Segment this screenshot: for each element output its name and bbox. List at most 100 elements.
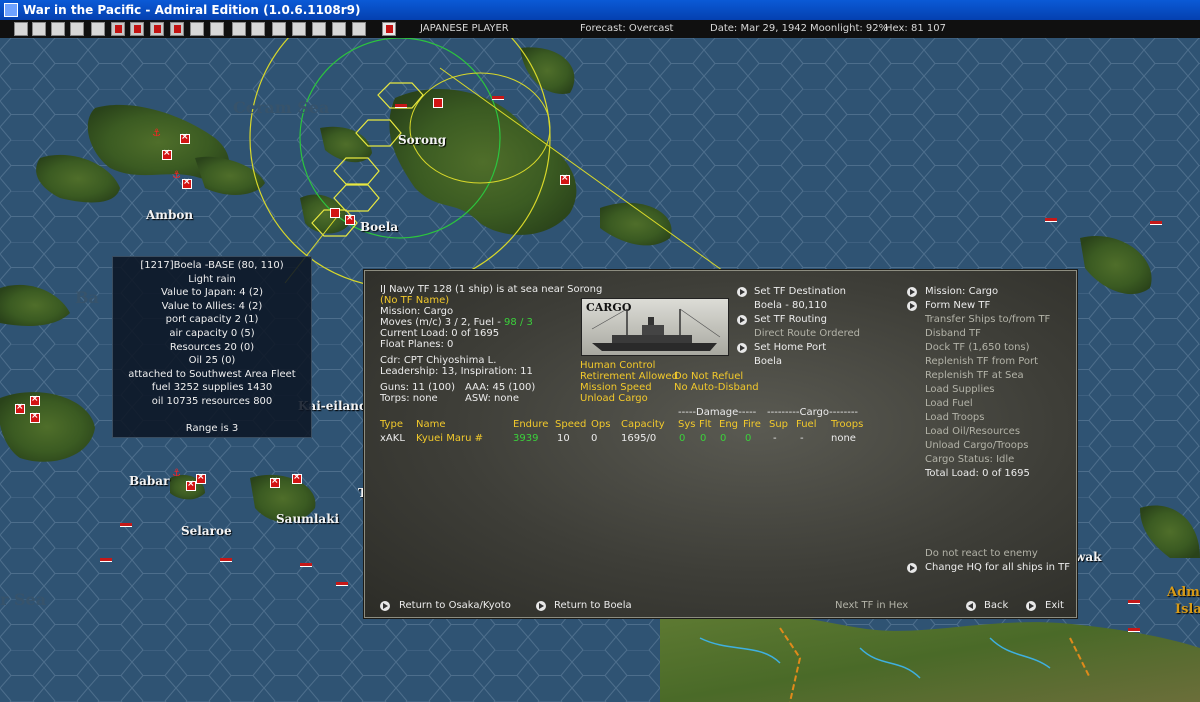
- ship-marker[interactable]: [220, 558, 232, 562]
- tf-action-replenish-sea[interactable]: Replenish TF at Sea: [925, 370, 1024, 382]
- ship-icon[interactable]: [70, 22, 84, 36]
- back-icon[interactable]: [966, 601, 976, 611]
- tf-action-replenish-port[interactable]: Replenish TF from Port: [925, 356, 1038, 368]
- cell-ship-name[interactable]: Kyuei Maru #: [416, 433, 483, 445]
- ship-marker[interactable]: [1150, 221, 1162, 225]
- change-hq-button[interactable]: Change HQ for all ships in TF: [925, 562, 1070, 574]
- ship-marker[interactable]: [492, 96, 504, 100]
- return-boela-icon[interactable]: [536, 601, 546, 611]
- tf-action-load-oil[interactable]: Load Oil/Resources: [925, 426, 1020, 438]
- base-info-line: Value to Japan: 4 (2): [160, 287, 263, 299]
- map-label-sorong[interactable]: Sorong: [398, 133, 446, 147]
- base-icon[interactable]: [210, 22, 224, 36]
- set-destination-button[interactable]: Set TF Destination: [754, 286, 846, 298]
- set-routing-button[interactable]: Set TF Routing: [754, 314, 827, 326]
- return-osaka-icon[interactable]: [380, 601, 390, 611]
- mission-button[interactable]: Mission: Cargo: [925, 286, 998, 298]
- map-label-babar[interactable]: Babar: [129, 474, 169, 488]
- change-hq-icon[interactable]: [907, 563, 917, 573]
- base-marker-boela[interactable]: [345, 213, 355, 225]
- ship-marker[interactable]: [100, 558, 112, 562]
- unit-marker[interactable]: [30, 394, 40, 406]
- list-icon[interactable]: [32, 22, 46, 36]
- ship-marker[interactable]: [300, 563, 312, 567]
- col-endure: Endure: [513, 419, 549, 430]
- map-label-ambon[interactable]: Ambon: [146, 208, 193, 222]
- unit-marker[interactable]: [30, 411, 40, 423]
- set-routing-icon[interactable]: [737, 315, 747, 325]
- map-label-admiralty-fragment: Admi: [1167, 585, 1200, 600]
- tf-action-dock[interactable]: Dock TF (1,650 tons): [925, 342, 1030, 354]
- unit-marker[interactable]: [560, 173, 570, 185]
- tf-asw: ASW: none: [465, 393, 519, 404]
- ship-marker[interactable]: [1128, 628, 1140, 632]
- ship-marker[interactable]: [120, 523, 132, 527]
- col-name: Name: [416, 419, 446, 430]
- plane-icon[interactable]: [130, 22, 144, 36]
- op-icon[interactable]: [312, 22, 326, 36]
- sub-icon[interactable]: [150, 22, 164, 36]
- map-label-sea-left: r Sea: [0, 590, 47, 609]
- form-new-tf-icon[interactable]: [907, 301, 917, 311]
- unit-marker[interactable]: [433, 98, 443, 108]
- return-osaka-button[interactable]: Return to Osaka/Kyoto: [399, 600, 511, 612]
- intel-icon[interactable]: [332, 22, 346, 36]
- back-button[interactable]: Back: [984, 600, 1008, 612]
- next-tf-button[interactable]: Next TF in Hex: [835, 600, 908, 612]
- set-destination-icon[interactable]: [737, 287, 747, 297]
- base-unit-boela[interactable]: [330, 208, 340, 218]
- map-label-saumlaki[interactable]: Saumlaki: [276, 512, 339, 526]
- unit-marker[interactable]: [182, 177, 192, 189]
- tf-action-load-fuel[interactable]: Load Fuel: [925, 398, 973, 410]
- anchor-icon: ⚓: [172, 468, 181, 479]
- exit-icon[interactable]: [1026, 601, 1036, 611]
- weather-icon[interactable]: [352, 22, 366, 36]
- convoy-icon[interactable]: [51, 22, 65, 36]
- fleet-icon[interactable]: [232, 22, 246, 36]
- carrier-icon[interactable]: [251, 22, 265, 36]
- refresh-icon[interactable]: [292, 22, 306, 36]
- form-new-tf-button[interactable]: Form New TF: [925, 300, 990, 312]
- target-icon[interactable]: [272, 22, 286, 36]
- unit-marker[interactable]: [196, 472, 206, 484]
- unit-marker[interactable]: [180, 132, 190, 144]
- ship-marker[interactable]: [336, 582, 348, 586]
- map-label-boela[interactable]: Boela: [360, 220, 398, 234]
- unit-marker[interactable]: [186, 479, 196, 491]
- ship-marker[interactable]: [1045, 218, 1057, 222]
- base-info-line: Value to Allies: 4 (2): [161, 300, 263, 312]
- unit-marker[interactable]: [270, 476, 280, 488]
- ship-marker[interactable]: [395, 104, 407, 108]
- no-react-option[interactable]: Do not react to enemy: [925, 548, 1038, 560]
- tf-action-transfer[interactable]: Transfer Ships to/from TF: [925, 314, 1050, 326]
- option-no-auto-disband[interactable]: No Auto-Disband: [674, 382, 759, 394]
- cell-speed: 10: [557, 433, 570, 444]
- option-unload-cargo[interactable]: Unload Cargo: [580, 393, 648, 405]
- app-icon: [4, 3, 18, 17]
- base-info-line: Resources 20 (0): [169, 341, 255, 353]
- mission-icon[interactable]: [907, 287, 917, 297]
- end-turn-icon[interactable]: [382, 22, 396, 36]
- unit-marker[interactable]: [15, 402, 25, 414]
- base-info-line: fuel 3252 supplies 1430: [151, 382, 273, 394]
- col-ops: Ops: [591, 419, 611, 430]
- exit-button[interactable]: Exit: [1045, 600, 1064, 612]
- return-boela-button[interactable]: Return to Boela: [554, 600, 632, 612]
- ship-marker[interactable]: [1128, 600, 1140, 604]
- tf-action-load-supplies[interactable]: Load Supplies: [925, 384, 994, 396]
- rising-sun-icon[interactable]: [111, 22, 125, 36]
- moonlight-label: Moonlight: 92%: [810, 23, 889, 34]
- document-icon[interactable]: [14, 22, 28, 36]
- ship-2-icon[interactable]: [190, 22, 204, 36]
- info-icon[interactable]: [91, 22, 105, 36]
- set-home-port-button[interactable]: Set Home Port: [754, 342, 826, 354]
- red-flag-icon[interactable]: [170, 22, 184, 36]
- map-label-selaroe[interactable]: Selaroe: [181, 524, 232, 538]
- set-home-port-icon[interactable]: [737, 343, 747, 353]
- tf-action-unload[interactable]: Unload Cargo/Troops: [925, 440, 1028, 452]
- tf-action-disband[interactable]: Disband TF: [925, 328, 981, 340]
- tf-action-load-troops[interactable]: Load Troops: [925, 412, 985, 424]
- unit-marker[interactable]: [162, 148, 172, 160]
- window-title: War in the Pacific - Admiral Edition (1.…: [23, 3, 361, 17]
- unit-marker[interactable]: [292, 472, 302, 484]
